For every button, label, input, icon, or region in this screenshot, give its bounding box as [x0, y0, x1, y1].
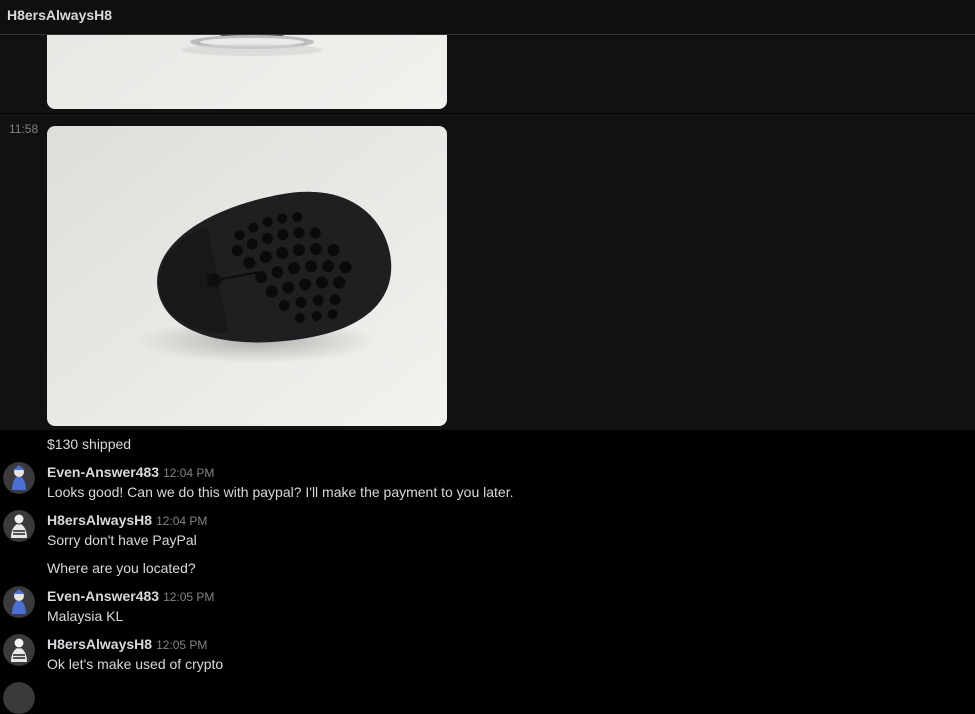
message-text: Where are you located? [47, 560, 196, 576]
message-time: 11:58 [9, 122, 39, 136]
username[interactable]: H8ersAlwaysH8 [47, 636, 152, 652]
avatar[interactable] [3, 462, 35, 494]
message-text: Sorry don't have PayPal [47, 532, 197, 548]
message-author: H8ersAlwaysH8 12:05 PM [47, 636, 207, 652]
mouse-photo[interactable] [47, 126, 447, 426]
message-author: Even-Answer483 12:04 PM [47, 464, 214, 480]
avatar[interactable] [3, 634, 35, 666]
message-text: Ok let's make used of crypto [47, 656, 224, 672]
chat-header: H8ersAlwaysH8 [0, 0, 975, 35]
message-text: $130 shipped [47, 436, 132, 452]
image-message-row: 11:58 [0, 114, 975, 430]
username[interactable]: H8ersAlwaysH8 [47, 512, 152, 528]
message-timestamp: 12:05 PM [163, 590, 215, 604]
avatar[interactable] [3, 510, 35, 542]
avatar[interactable] [3, 586, 35, 618]
chat-title[interactable]: H8ersAlwaysH8 [7, 7, 112, 23]
message-author: Even-Answer483 12:05 PM [47, 588, 214, 604]
username[interactable]: Even-Answer483 [47, 464, 159, 480]
message-timestamp: 12:04 PM [156, 514, 208, 528]
message-timestamp: 12:04 PM [163, 466, 215, 480]
message-timestamp: 12:05 PM [156, 638, 208, 652]
message-author: H8ersAlwaysH8 12:04 PM [47, 512, 207, 528]
message-text: Malaysia KL [47, 608, 124, 624]
message-text: Looks good! Can we do this with paypal? … [47, 484, 514, 500]
username[interactable]: Even-Answer483 [47, 588, 159, 604]
